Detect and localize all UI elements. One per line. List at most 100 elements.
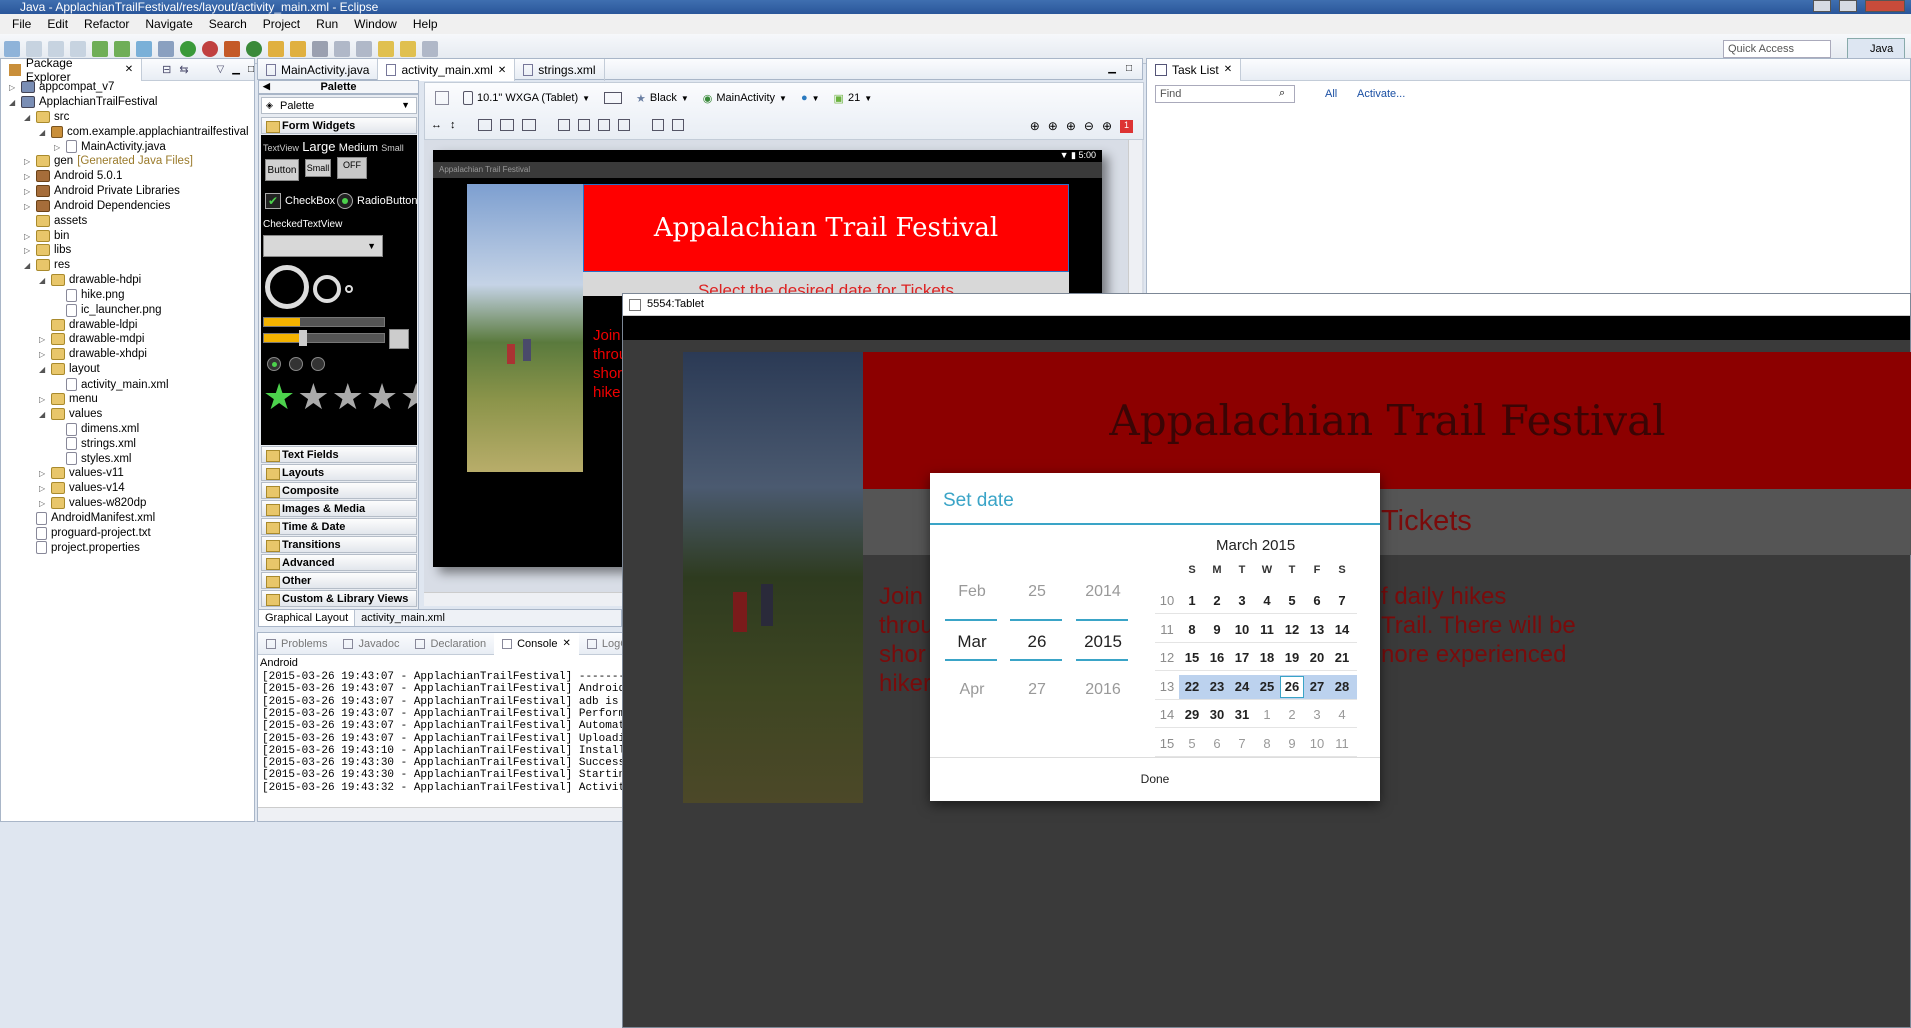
- activate-link[interactable]: Activate...: [1357, 88, 1405, 100]
- month-spinner-value[interactable]: Apr: [943, 681, 1001, 699]
- tree-item[interactable]: dimens.xml: [54, 422, 139, 436]
- save-all-icon[interactable]: [48, 40, 64, 57]
- quick-access-field[interactable]: Quick Access: [1723, 40, 1831, 58]
- config-chooser-icon[interactable]: [435, 91, 449, 105]
- palette-category-other[interactable]: Other: [261, 572, 417, 589]
- calendar-day[interactable]: 29: [1180, 707, 1204, 722]
- expanded-arrow-icon[interactable]: ◢: [39, 128, 47, 137]
- menu-search[interactable]: Search: [201, 17, 255, 31]
- menu-window[interactable]: Window: [346, 17, 405, 31]
- task-find-input[interactable]: Find: [1155, 85, 1295, 103]
- tree-item[interactable]: ◢ res: [24, 259, 70, 272]
- menu-help[interactable]: Help: [405, 17, 446, 31]
- calendar-day[interactable]: 14: [1330, 622, 1354, 637]
- quick-contact-badge[interactable]: [389, 329, 409, 349]
- palette-category-time-date[interactable]: Time & Date: [261, 518, 417, 535]
- done-button[interactable]: Done: [930, 758, 1380, 801]
- calendar-day[interactable]: 11: [1330, 736, 1354, 751]
- tree-item[interactable]: ◢ com.example.applachiantrailfestival: [39, 125, 249, 138]
- seekbar-widget[interactable]: [263, 333, 385, 343]
- calendar-day[interactable]: 7: [1230, 736, 1254, 751]
- distribute-icon[interactable]: [521, 119, 536, 131]
- tab-graphical-layout[interactable]: Graphical Layout: [259, 610, 356, 626]
- expanded-arrow-icon[interactable]: ◢: [24, 261, 32, 270]
- collapsed-arrow-icon[interactable]: ▷: [24, 246, 32, 255]
- tree-item[interactable]: ▷ MainActivity.java: [54, 140, 166, 154]
- minimize-editor-icon[interactable]: ▁: [1108, 63, 1116, 79]
- calendar-day[interactable]: 2: [1205, 593, 1229, 608]
- year-spinner-value[interactable]: 2014: [1074, 583, 1132, 601]
- palette-category-form-widgets[interactable]: Form Widgets: [261, 117, 417, 134]
- tab-mainactivity-java[interactable]: MainActivity.java: [258, 59, 379, 81]
- tree-item[interactable]: ▷ values-v11: [39, 467, 124, 480]
- avd-manager-icon[interactable]: [114, 40, 130, 57]
- palette-category-custom-library-views[interactable]: Custom & Library Views: [261, 590, 417, 607]
- tree-item[interactable]: ◢ src: [24, 110, 69, 123]
- zoom-100-icon[interactable]: ⊕: [1066, 119, 1076, 133]
- palette-category-text-fields[interactable]: Text Fields: [261, 446, 417, 463]
- align-left-icon[interactable]: [557, 119, 570, 131]
- button-widget[interactable]: Button: [265, 159, 299, 181]
- locale-selector[interactable]: ● ▼: [801, 92, 820, 104]
- menu-refactor[interactable]: Refactor: [76, 17, 137, 31]
- debug-icon[interactable]: [158, 40, 174, 57]
- tab-package-explorer[interactable]: Package Explorer ✕: [1, 56, 143, 84]
- console-scrollbar[interactable]: [258, 807, 624, 821]
- seekbar-thumb[interactable]: [299, 330, 307, 346]
- minimize-view-icon[interactable]: ▁: [232, 64, 240, 75]
- small-button-widget[interactable]: Small: [305, 159, 331, 177]
- calendar-day[interactable]: 25: [1255, 679, 1279, 694]
- tree-item[interactable]: ◢ drawable-hdpi: [39, 274, 141, 287]
- view-menu-icon[interactable]: ▽: [217, 64, 225, 75]
- ratingbar-widget[interactable]: ★★★★★: [263, 375, 417, 419]
- calendar-day[interactable]: 1: [1255, 707, 1279, 722]
- year-spinner-value[interactable]: 2015: [1074, 632, 1132, 652]
- tree-item[interactable]: ◢ ApplachianTrailFestival: [9, 95, 157, 108]
- toggle-fill-width-icon[interactable]: ↔: [431, 119, 442, 131]
- zoom-out-icon[interactable]: ⊖: [1084, 119, 1094, 133]
- collapsed-arrow-icon[interactable]: ▷: [54, 143, 62, 152]
- collapsed-arrow-icon[interactable]: ▷: [24, 157, 32, 166]
- minimize-button[interactable]: [1813, 0, 1831, 12]
- tree-item[interactable]: AndroidManifest.xml: [24, 511, 155, 525]
- calendar-day[interactable]: 5: [1180, 736, 1204, 751]
- tree-item[interactable]: ◢ values: [39, 407, 102, 420]
- align-center-icon[interactable]: [577, 119, 590, 131]
- calendar-day[interactable]: 22: [1180, 679, 1204, 694]
- calendar-day[interactable]: 31: [1230, 707, 1254, 722]
- tree-item[interactable]: ▷ Android Private Libraries: [24, 184, 180, 197]
- collapsed-arrow-icon[interactable]: ▷: [9, 83, 17, 92]
- calendar-day[interactable]: 16: [1205, 650, 1229, 665]
- calendar-day[interactable]: 15: [1180, 650, 1204, 665]
- forward-icon[interactable]: [422, 40, 438, 57]
- menu-file[interactable]: File: [4, 17, 39, 31]
- month-spinner-value[interactable]: Mar: [943, 632, 1001, 652]
- expanded-arrow-icon[interactable]: ◢: [9, 98, 17, 107]
- open-task-icon[interactable]: [290, 40, 306, 57]
- preview-heading[interactable]: Appalachian Trail Festival: [583, 184, 1069, 272]
- calendar-day[interactable]: 10: [1230, 622, 1254, 637]
- menu-edit[interactable]: Edit: [39, 17, 76, 31]
- close-button[interactable]: [1865, 0, 1905, 12]
- tree-item[interactable]: ▷ values-v14: [39, 481, 125, 494]
- tree-item[interactable]: ▷ menu: [39, 392, 98, 405]
- calendar-day[interactable]: 1: [1180, 593, 1204, 608]
- close-icon[interactable]: ✕: [562, 638, 570, 649]
- tree-item[interactable]: assets: [24, 214, 87, 227]
- palette-category-composite[interactable]: Composite: [261, 482, 417, 499]
- close-icon[interactable]: ✕: [125, 64, 133, 75]
- calendar-day[interactable]: 13: [1305, 622, 1329, 637]
- zoom-real-size-icon[interactable]: ⊕: [1030, 119, 1040, 133]
- calendar-day[interactable]: 23: [1205, 679, 1229, 694]
- menu-project[interactable]: Project: [255, 17, 308, 31]
- java-perspective-button[interactable]: Java: [1847, 38, 1905, 60]
- tree-item[interactable]: ▷ Android 5.0.1: [24, 170, 122, 183]
- remove-row-icon[interactable]: [671, 119, 684, 131]
- new-java-project-icon[interactable]: [224, 40, 240, 57]
- search-icon[interactable]: [312, 40, 328, 57]
- tree-item[interactable]: ▷ appcompat_v7: [9, 81, 114, 93]
- calendar-day[interactable]: 17: [1230, 650, 1254, 665]
- align-baseline-icon[interactable]: [617, 119, 630, 131]
- align-right-icon[interactable]: [597, 119, 610, 131]
- checkbox-widget[interactable]: ✔ CheckBox: [265, 193, 335, 209]
